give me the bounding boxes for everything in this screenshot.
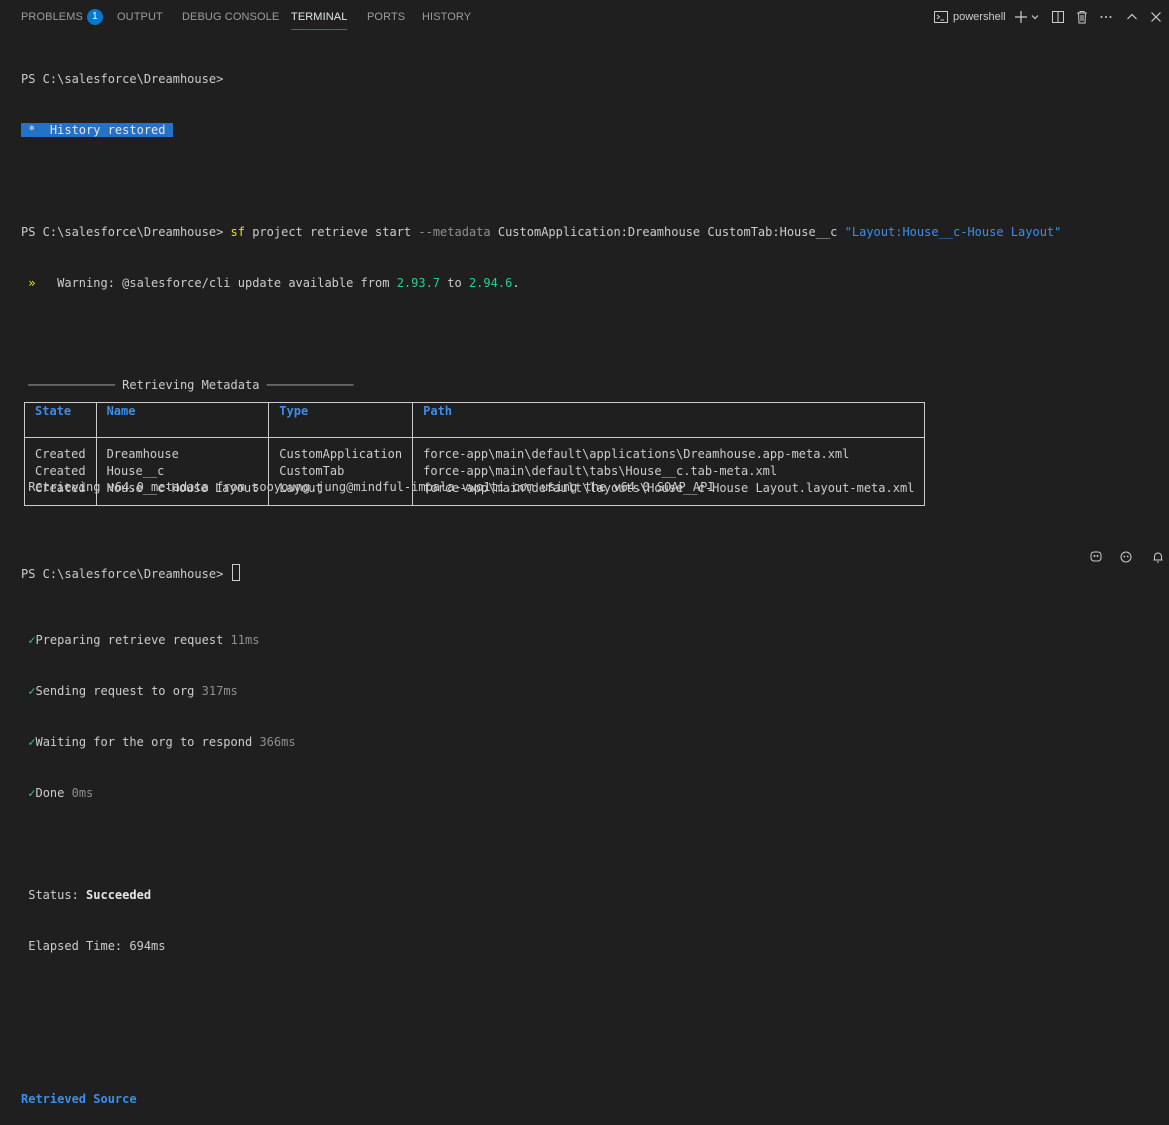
rule-left: ────────────	[21, 378, 123, 392]
panel-tab-bar: PROBLEMS 1 OUTPUT DEBUG CONSOLE TERMINAL …	[0, 0, 1169, 35]
warning-text: Warning: @salesforce/cli update availabl…	[35, 276, 397, 290]
tab-problems[interactable]: PROBLEMS 1	[21, 0, 103, 35]
terminal-cursor	[231, 564, 240, 581]
plus-icon[interactable]	[1013, 9, 1029, 25]
cell-state: Created	[24, 437, 97, 463]
step-label: Sending request to org	[35, 684, 202, 698]
tab-ports[interactable]: PORTS	[367, 0, 405, 35]
step-line: ✓Done 0ms	[21, 785, 1169, 802]
step-label: Waiting for the org to respond	[35, 735, 260, 749]
step-line: ✓Waiting for the org to respond 366ms	[21, 734, 1169, 751]
cell-path: force-app\main\default\tabs\House__c.tab…	[412, 463, 926, 480]
column-header-type: Type	[268, 402, 414, 438]
terminal-profile-label[interactable]: powershell	[953, 0, 1006, 35]
command-flag: --metadata	[418, 225, 491, 239]
bell-icon[interactable]	[1151, 550, 1165, 564]
version-to: 2.94.6	[468, 276, 513, 290]
warning-line: » Warning: @salesforce/cli update availa…	[21, 275, 1169, 292]
cell-type: CustomApplication	[268, 437, 414, 463]
status-label: Status:	[21, 888, 87, 902]
prompt-line: PS C:\salesforce\Dreamhouse>	[21, 72, 224, 86]
step-label: Done	[35, 786, 72, 800]
prompt-line: PS C:\salesforce\Dreamhouse>	[21, 564, 1169, 581]
command-name: sf	[230, 225, 245, 239]
retrieved-source-table: State Name Type Path Created Dreamhouse …	[24, 402, 926, 506]
status-line: Status: Succeeded	[21, 887, 1169, 904]
column-header-state: State	[24, 402, 97, 438]
status-value: Succeeded	[86, 888, 152, 902]
step-line: ✓Preparing retrieve request 11ms	[21, 632, 1169, 649]
check-icon: ✓	[28, 735, 36, 749]
warning-end: .	[512, 276, 520, 290]
column-header-path: Path	[412, 402, 926, 438]
history-restored-label: * History restored	[21, 123, 173, 137]
check-icon: ✓	[28, 633, 36, 647]
column-header-name: Name	[95, 402, 270, 438]
command-args: project retrieve start	[244, 225, 419, 239]
tab-output[interactable]: OUTPUT	[117, 0, 163, 35]
step-label: Preparing retrieve request	[35, 633, 231, 647]
step-time: 317ms	[201, 684, 238, 698]
table-row: Created Dreamhouse CustomApplication for…	[24, 437, 926, 463]
cell-name: House__c	[95, 463, 270, 480]
cell-path: force-app\main\default\applications\Drea…	[412, 437, 926, 463]
tab-terminal[interactable]: TERMINAL	[291, 0, 348, 35]
warning-arrow-icon: »	[21, 276, 36, 290]
table-header-row: State Name Type Path	[24, 402, 926, 438]
terminal-input-line[interactable]: PS C:\salesforce\Dreamhouse>	[21, 530, 1169, 598]
prompt: PS C:\salesforce\Dreamhouse>	[21, 225, 224, 239]
table-row: Created House__c-House Layout Layout for…	[24, 480, 926, 506]
warning-to: to	[440, 276, 469, 290]
prompt: PS C:\salesforce\Dreamhouse>	[21, 567, 224, 581]
cell-type: Layout	[268, 480, 414, 506]
version-from: 2.93.7	[396, 276, 441, 290]
split-terminal-icon[interactable]	[1050, 9, 1066, 25]
cell-name: Dreamhouse	[95, 437, 270, 463]
chevron-up-icon[interactable]	[1124, 9, 1140, 25]
step-time: 11ms	[230, 633, 260, 647]
section-rule: ──────────── Retrieving Metadata ───────…	[21, 377, 1169, 394]
rule-right: ────────────	[259, 378, 354, 392]
tab-label: PROBLEMS	[21, 11, 83, 23]
table-row: Created House__c CustomTab force-app\mai…	[24, 463, 926, 480]
problems-count-badge: 1	[86, 9, 103, 25]
tab-history[interactable]: HISTORY	[422, 0, 471, 35]
command-line: PS C:\salesforce\Dreamhouse> sf project …	[21, 224, 1169, 241]
history-line: * History restored	[21, 122, 1169, 139]
terminal-icon	[933, 9, 949, 25]
retrieved-source-heading: Retrieved Source	[21, 1092, 137, 1106]
step-time: 366ms	[259, 735, 296, 749]
cell-state: Created	[24, 480, 97, 506]
step-line: ✓Sending request to org 317ms	[21, 683, 1169, 700]
command-quoted-arg: "Layout:House__c-House Layout"	[844, 225, 1062, 239]
cell-type: CustomTab	[268, 463, 414, 480]
command-args-2: CustomApplication:Dreamhouse CustomTab:H…	[490, 225, 845, 239]
step-time: 0ms	[71, 786, 94, 800]
check-icon: ✓	[28, 786, 36, 800]
tab-debug-console[interactable]: DEBUG CONSOLE	[182, 0, 279, 35]
section-title: Retrieving Metadata	[122, 378, 260, 392]
cell-name: House__c-House Layout	[95, 480, 270, 506]
check-icon: ✓	[28, 684, 36, 698]
ellipsis-icon[interactable]	[1098, 9, 1114, 25]
copilot-icon[interactable]	[1089, 550, 1103, 564]
close-icon[interactable]	[1148, 9, 1164, 25]
chevron-down-icon[interactable]	[1029, 9, 1041, 25]
trash-icon[interactable]	[1074, 9, 1090, 25]
elapsed-time-line: Elapsed Time: 694ms	[21, 939, 166, 953]
cell-state: Created	[24, 463, 97, 480]
copilot-icon[interactable]	[1119, 550, 1133, 564]
cell-path: force-app\main\default\layouts\House__c-…	[412, 480, 926, 506]
